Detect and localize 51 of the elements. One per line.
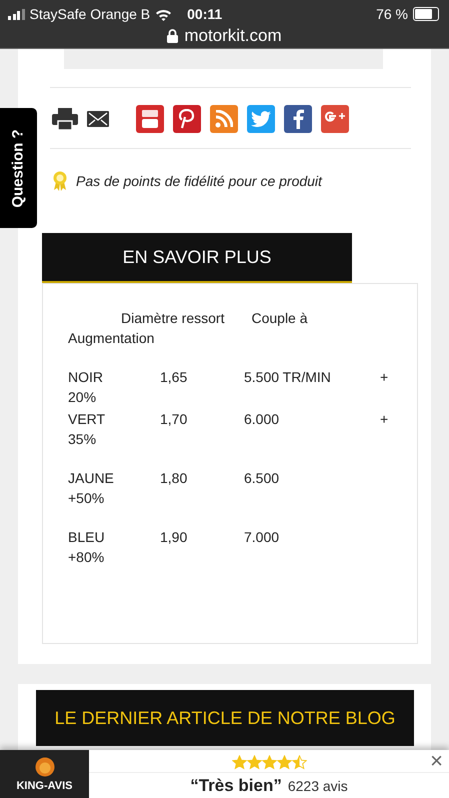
- column-header: Diamètre ressort: [121, 310, 224, 326]
- award-ribbon-icon: [52, 171, 68, 191]
- table-cell: 1,90: [160, 529, 188, 545]
- table-cell: 5.500 TR/MIN: [244, 369, 331, 385]
- pin-icon[interactable]: [173, 105, 201, 133]
- table-cell: +50%: [68, 490, 104, 506]
- address-bar[interactable]: motorkit.com: [0, 26, 449, 46]
- star-icon: [232, 754, 246, 770]
- table-cell: 1,70: [160, 411, 188, 427]
- table-cell: 1,65: [160, 369, 188, 385]
- facebook-icon[interactable]: [284, 105, 312, 133]
- star-icon: [276, 754, 292, 770]
- close-button[interactable]: ×: [428, 750, 445, 772]
- brand-name: KING-AVIS: [16, 780, 73, 792]
- table-cell: 20%: [68, 389, 96, 405]
- star-icon: [262, 754, 276, 770]
- lock-icon: [167, 29, 178, 43]
- table-cell: 7.000: [244, 529, 280, 545]
- column-header: Couple à: [251, 310, 308, 326]
- brand-panel[interactable]: KING-AVIS: [0, 750, 89, 798]
- battery-level: 76 %: [376, 6, 408, 22]
- star-icon: [292, 754, 306, 770]
- loyalty-note: Pas de points de fidélité pour ce produit: [76, 173, 322, 189]
- print-icon[interactable]: [52, 108, 78, 130]
- review-count: 6223 avis: [288, 778, 348, 794]
- bird-icon[interactable]: [247, 105, 275, 133]
- table-cell: 1,80: [160, 470, 188, 486]
- table-cell: JAUNE: [68, 470, 114, 486]
- question-tab[interactable]: Question ?: [0, 108, 37, 228]
- star-icon: [246, 754, 262, 770]
- table-cell: +: [380, 369, 388, 385]
- table-cell: +80%: [68, 549, 104, 565]
- column-header: Augmentation: [68, 330, 154, 346]
- table-cell: 6.000: [244, 411, 280, 427]
- google-plus-icon[interactable]: [321, 105, 349, 133]
- rating-label: “Très bien”: [190, 776, 282, 796]
- signal-icon: [8, 8, 24, 20]
- clock-time: 00:11: [187, 6, 222, 22]
- mail-icon[interactable]: [87, 111, 109, 127]
- battery-icon: [413, 7, 439, 21]
- table-cell: VERT: [68, 411, 106, 427]
- blog-banner[interactable]: LE DERNIER ARTICLE DE NOTRE BLOG: [36, 690, 414, 746]
- table-cell: NOIR: [68, 369, 103, 385]
- table-cell: +: [380, 411, 388, 427]
- table-cell: BLEU: [68, 529, 105, 545]
- table-cell: 6.500: [244, 470, 280, 486]
- wifi-icon: [155, 8, 172, 20]
- section-tab[interactable]: EN SAVOIR PLUS: [42, 233, 352, 283]
- carrier-name: StaySafe Orange B: [30, 6, 150, 22]
- rss-icon[interactable]: [210, 105, 238, 133]
- table-cell: 35%: [68, 431, 96, 447]
